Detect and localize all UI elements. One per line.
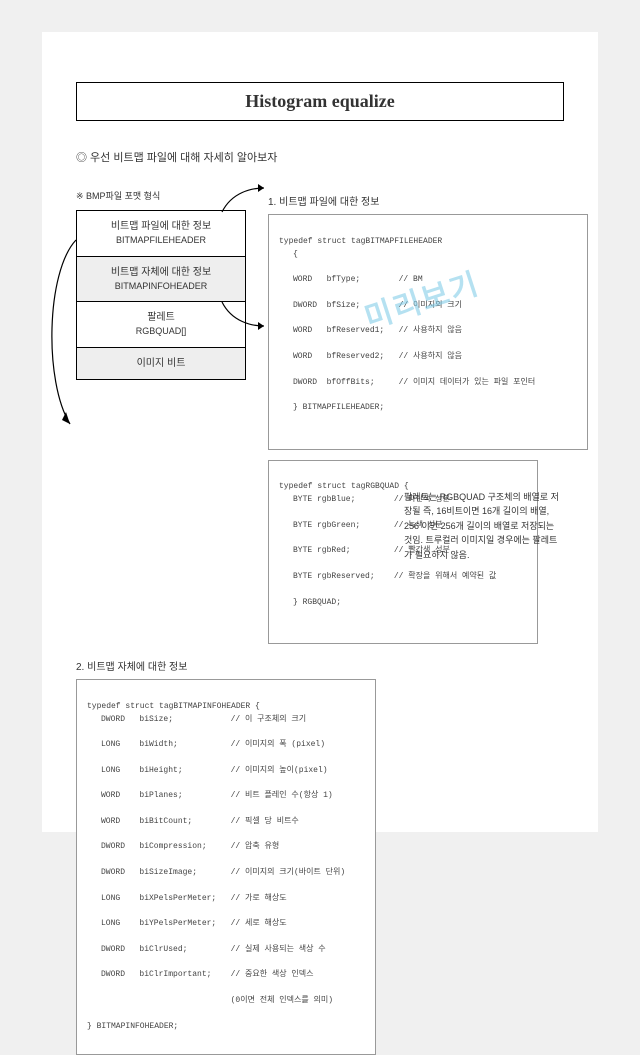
row-1: ※ BMP파일 포맷 형식 비트맵 파일에 대한 정보 BITMAPFILEHE… xyxy=(76,189,564,644)
code-line: WORD bfReserved2; // 사용하지 않음 xyxy=(279,351,577,364)
code-line: { xyxy=(279,249,577,262)
page-title: Histogram equalize xyxy=(77,91,563,112)
code-line: WORD bfType; // BM xyxy=(279,274,577,287)
stack-cell-file-header: 비트맵 파일에 대한 정보 BITMAPFILEHEADER xyxy=(77,211,245,257)
stack-sub: RGBQUAD[] xyxy=(83,325,239,339)
section-2-heading: 2. 비트맵 자체에 대한 정보 xyxy=(76,658,564,673)
code-line: typedef struct tagBITMAPINFOHEADER { xyxy=(87,702,260,711)
stack-sub: BITMAPINFOHEADER xyxy=(83,280,239,294)
section-2: 2. 비트맵 자체에 대한 정보 typedef struct tagBITMA… xyxy=(76,658,564,1055)
code-line: LONG biYPelsPerMeter; // 세로 해상도 xyxy=(87,918,365,931)
bmp-stack: 비트맵 파일에 대한 정보 BITMAPFILEHEADER 비트맵 자체에 대… xyxy=(76,210,246,380)
code-line: } BITMAPINFOHEADER; xyxy=(87,1022,178,1031)
document-page: Histogram equalize ◎ 우선 비트맵 파일에 대해 자세히 알… xyxy=(42,32,598,832)
code-line: (0이면 전체 인덱스를 의미) xyxy=(87,995,365,1008)
code-line: DWORD biCompression; // 압축 유형 xyxy=(87,841,365,854)
code-line: } RGBQUAD; xyxy=(279,597,527,610)
stack-sub: BITMAPFILEHEADER xyxy=(83,234,239,248)
code-line: WORD bfReserved1; // 사용하지 않음 xyxy=(279,325,577,338)
stack-label: 비트맵 자체에 대한 정보 xyxy=(111,267,211,278)
code-line: typedef struct tagBITMAPFILEHEADER xyxy=(279,237,442,246)
left-column: ※ BMP파일 포맷 형식 비트맵 파일에 대한 정보 BITMAPFILEHE… xyxy=(76,189,246,644)
stack-cell-image-bits: 이미지 비트 xyxy=(77,348,245,379)
code-line: DWORD bfSize; // 이미지의 크기 xyxy=(279,300,577,313)
stack-cell-info-header: 비트맵 자체에 대한 정보 BITMAPINFOHEADER xyxy=(77,257,245,303)
code-line: typedef struct tagRGBQUAD { xyxy=(279,482,409,491)
code-line: WORD biBitCount; // 픽셀 당 비트수 xyxy=(87,816,365,829)
right-column: 1. 비트맵 파일에 대한 정보 typedef struct tagBITMA… xyxy=(268,189,588,644)
code-line: } BITMAPFILEHEADER; xyxy=(279,402,577,415)
code-line: DWORD biClrImportant; // 중요한 색상 인덱스 xyxy=(87,969,365,982)
subhead-left: ※ BMP파일 포맷 형식 xyxy=(76,189,246,202)
code-line: DWORD biSize; // 이 구조체의 크기 xyxy=(87,714,365,727)
code-line: DWORD biSizeImage; // 이미지의 크기(바이트 단위) xyxy=(87,867,365,880)
intro-line: ◎ 우선 비트맵 파일에 대해 자세히 알아보자 xyxy=(76,149,564,165)
title-box: Histogram equalize xyxy=(76,82,564,121)
code-line: LONG biWidth; // 이미지의 폭 (pixel) xyxy=(87,739,365,752)
section-1-heading: 1. 비트맵 파일에 대한 정보 xyxy=(268,193,588,208)
code-line: DWORD bfOffBits; // 이미지 데이터가 있는 파일 포인터 xyxy=(279,377,577,390)
code-line: LONG biHeight; // 이미지의 높이(pixel) xyxy=(87,765,365,778)
stack-cell-palette: 팔레트 RGBQUAD[] xyxy=(77,302,245,348)
code-infoheader: typedef struct tagBITMAPINFOHEADER { DWO… xyxy=(76,679,376,1055)
code-fileheader: typedef struct tagBITMAPFILEHEADER { WOR… xyxy=(268,214,588,450)
palette-note: 팔레트는 RGBQUAD 구조체의 배열로 저장될 즉, 16비트이면 16개 … xyxy=(404,490,564,562)
code-line: BYTE rgbReserved; // 확장을 위해서 예약된 값 xyxy=(279,571,527,584)
code-line: WORD biPlanes; // 비트 플레인 수(항상 1) xyxy=(87,790,365,803)
stack-label: 비트맵 파일에 대한 정보 xyxy=(111,221,211,232)
stack-label: 이미지 비트 xyxy=(137,358,186,369)
code-line: DWORD biClrUsed; // 실제 사용되는 색상 수 xyxy=(87,944,365,957)
code-line: LONG biXPelsPerMeter; // 가로 해상도 xyxy=(87,893,365,906)
stack-label: 팔레트 xyxy=(147,312,175,323)
